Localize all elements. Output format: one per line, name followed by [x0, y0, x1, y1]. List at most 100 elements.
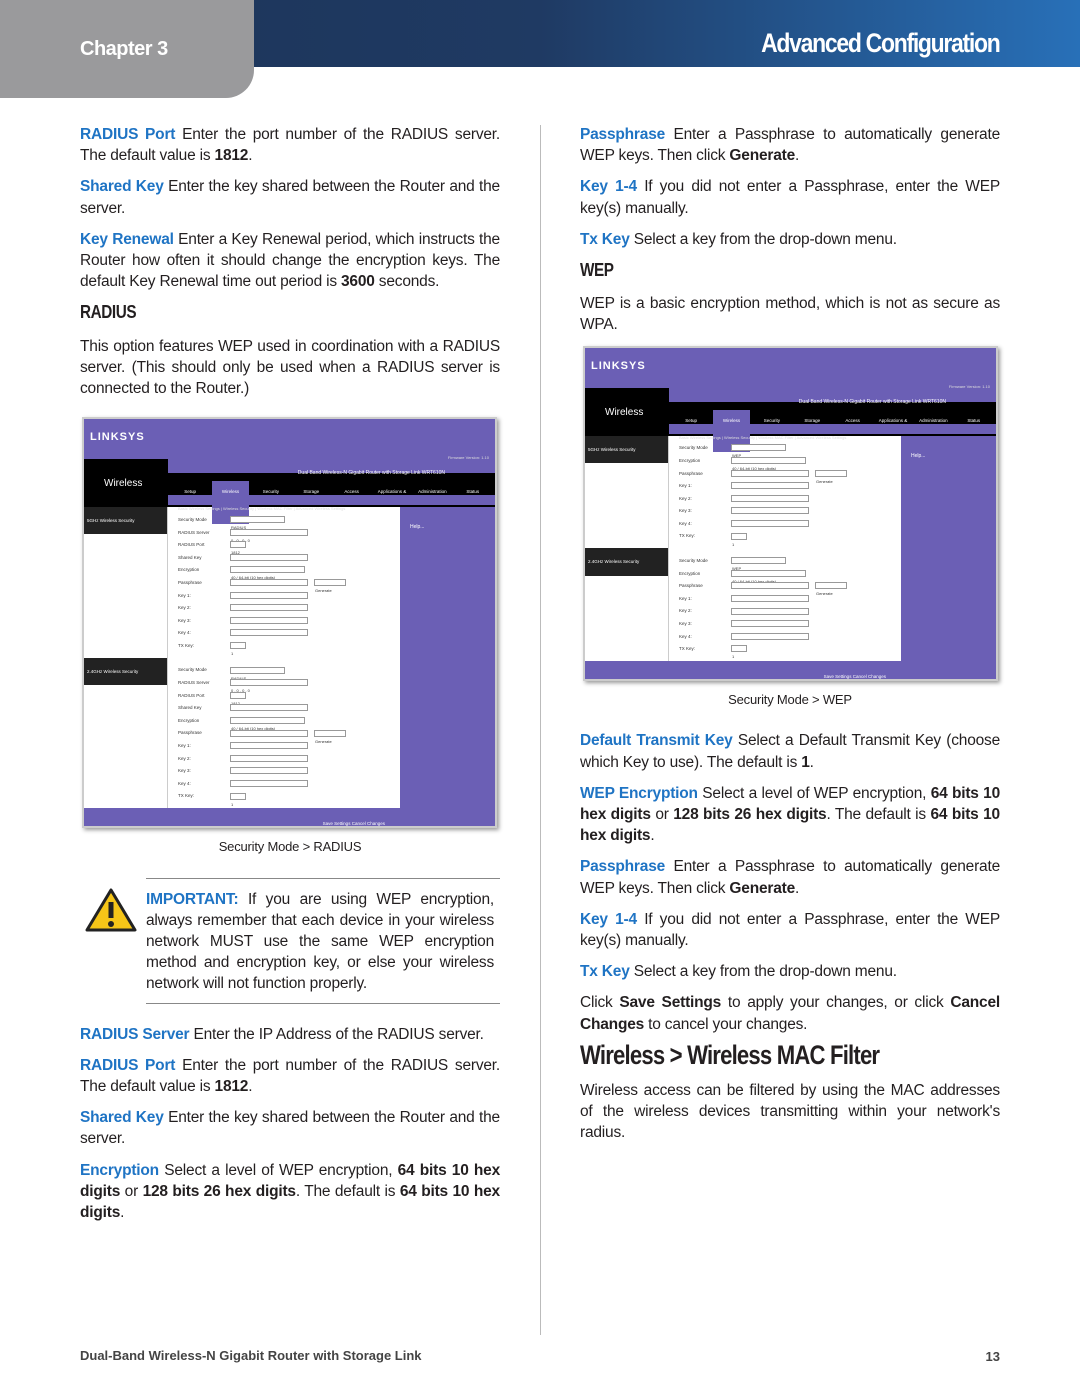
field-input[interactable]: 40 / 64-bit (10 hex digits)	[230, 566, 305, 580]
field-input[interactable]: 1812	[230, 691, 246, 706]
field-input[interactable]	[731, 607, 809, 615]
cancel-changes-button[interactable]: Cancel Changes	[352, 821, 385, 826]
right-column: Passphrase Enter a Passphrase to automat…	[580, 124, 1000, 1154]
block-title: 2.4GHz Wireless Security	[84, 657, 167, 685]
text-run: Save Settings	[619, 994, 722, 1012]
field-input[interactable]	[230, 629, 308, 637]
field-input[interactable]	[731, 620, 809, 628]
term-label: Key Renewal	[80, 230, 174, 248]
field-input[interactable]: 1	[731, 532, 747, 547]
text-run: Select a key from the drop-down menu.	[629, 963, 897, 981]
field-input[interactable]	[230, 779, 308, 787]
product-name: Dual Band Wireless-N Gigabit Router with…	[168, 459, 495, 476]
field-label: TX Key:	[679, 533, 696, 539]
field-input[interactable]: RADIUS	[230, 666, 285, 681]
field-input[interactable]: 40 / 64-bit (10 hex digits)	[230, 716, 305, 731]
field-input[interactable]: 0 . 0 . 0 . 0	[230, 528, 308, 543]
block-title: 5GHz Wireless Security	[585, 435, 668, 463]
field-label: TX Key:	[178, 793, 195, 799]
settings-form: Security Mode RADIUS RADIUS Server 0 . 0 . …	[168, 658, 400, 809]
paragraph: Tx Key Select a key from the drop-down m…	[580, 229, 1000, 250]
help-panel	[400, 657, 495, 809]
figure-caption: Security Mode > RADIUS	[218, 839, 362, 855]
text-run: Select a key from the drop-down menu.	[629, 230, 897, 248]
linksys-logo: LINKSYS	[591, 359, 646, 372]
field-input[interactable]: WEP	[731, 444, 786, 458]
text-run: seconds.	[374, 273, 440, 291]
field-input[interactable]: 1	[230, 641, 246, 656]
field-input[interactable]: RADIUS	[230, 516, 285, 530]
generate-button[interactable]: Generate	[314, 579, 346, 593]
section-heading: Wireless > Wireless MAC Filter	[580, 1039, 880, 1070]
field-input[interactable]	[230, 579, 308, 586]
field-input[interactable]	[230, 704, 308, 712]
text-run: .	[248, 1077, 253, 1095]
block-title: 2.4GHz Wireless Security	[585, 548, 668, 576]
paragraph: RADIUS Port Enter the port number of the…	[80, 124, 500, 166]
security-block: 2.4GHz Wireless Security Security Mode WEP…	[585, 548, 996, 662]
help-panel	[901, 548, 996, 662]
generate-button[interactable]: Generate	[815, 469, 847, 484]
save-settings-button[interactable]: Save Settings	[824, 674, 852, 679]
settings-form: Security Mode WEP Encryption 40 / 64-bit (1…	[669, 436, 901, 549]
text-run: If you did not enter a Passphrase, enter…	[580, 178, 1001, 217]
term-label: IMPORTANT:	[146, 890, 239, 908]
section-name: Wireless	[104, 478, 143, 490]
linksys-logo: LINKSYS	[90, 431, 145, 444]
field-input[interactable]: 40 / 64-bit (10 hex digits)	[731, 457, 806, 471]
field-input[interactable]	[230, 616, 308, 624]
warning-icon	[84, 887, 138, 939]
text-run: Enter the IP Address of the RADIUS serve…	[189, 1025, 484, 1043]
field-input[interactable]: WEP	[731, 557, 786, 571]
field-input[interactable]: 0 . 0 . 0 . 0	[230, 679, 308, 693]
screenshot-nav: Wireless Dual Band Wireless-N Gigabit Rou…	[84, 459, 495, 524]
field-input[interactable]: 40 / 64-bit (10 hex digits)	[731, 569, 806, 584]
block-sidebar: 2.4GHz Wireless Security	[84, 657, 168, 809]
generate-button[interactable]: Generate	[314, 729, 346, 744]
field-input[interactable]: 1812	[230, 541, 246, 555]
important-note: IMPORTANT: If you are using WEP encrypti…	[85, 877, 500, 1004]
security-block: 5GHz Wireless Security Security Mode RADIU…	[84, 507, 495, 658]
text-run: WEP is a basic encryption method, which …	[580, 295, 1000, 334]
field-row: TX Key: 1	[679, 530, 891, 547]
paragraph: Encryption Select a level of WEP encrypt…	[80, 1160, 500, 1224]
field-input[interactable]: 1	[230, 792, 246, 807]
field-input[interactable]	[731, 469, 809, 477]
cancel-changes-button[interactable]: Cancel Changes	[853, 674, 886, 679]
term-label: Key 1-4	[580, 910, 637, 928]
chapter-label: Chapter 3	[80, 38, 168, 60]
generate-button[interactable]: Generate	[815, 582, 847, 596]
settings-form: Security Mode WEP Encryption 40 / 64-bit (1…	[669, 548, 901, 661]
text-run: If you did not enter a Passphrase, enter…	[580, 910, 1001, 949]
text-run: Generate	[729, 147, 796, 165]
save-settings-button[interactable]: Save Settings	[323, 821, 351, 826]
field-input[interactable]	[731, 494, 809, 502]
field-input[interactable]	[230, 604, 308, 612]
text-run: Click	[580, 994, 620, 1012]
field-input[interactable]	[731, 632, 809, 640]
settings-form: Security Mode RADIUS RADIUS Server 0 . 0 . …	[168, 507, 400, 658]
subheading: WEP	[580, 260, 614, 281]
field-input[interactable]	[230, 591, 308, 599]
field-input[interactable]	[731, 594, 809, 602]
field-input[interactable]	[731, 519, 809, 527]
field-input[interactable]	[230, 742, 308, 750]
block-sidebar: 5GHz Wireless Security	[84, 507, 168, 658]
field-input[interactable]	[230, 553, 308, 561]
text-run: .	[795, 879, 800, 897]
field-row: TX Key: 1	[679, 643, 891, 659]
field-input[interactable]: 1	[731, 645, 747, 659]
field-input[interactable]	[731, 582, 809, 590]
text-run: to apply your changes, or click	[721, 994, 951, 1012]
term-label: RADIUS Port	[80, 1056, 176, 1074]
term-label: Shared Key	[80, 1109, 164, 1127]
term-label: Tx Key	[580, 230, 630, 248]
term-label: WEP Encryption	[580, 784, 698, 802]
field-input[interactable]	[731, 482, 809, 490]
field-input[interactable]	[230, 729, 308, 737]
field-input[interactable]	[230, 754, 308, 762]
field-input[interactable]	[731, 507, 809, 515]
term-label: Passphrase	[580, 858, 666, 876]
field-input[interactable]	[230, 767, 308, 775]
screenshot-nav: Wireless Dual Band Wireless-N Gigabit Rou…	[585, 387, 996, 453]
